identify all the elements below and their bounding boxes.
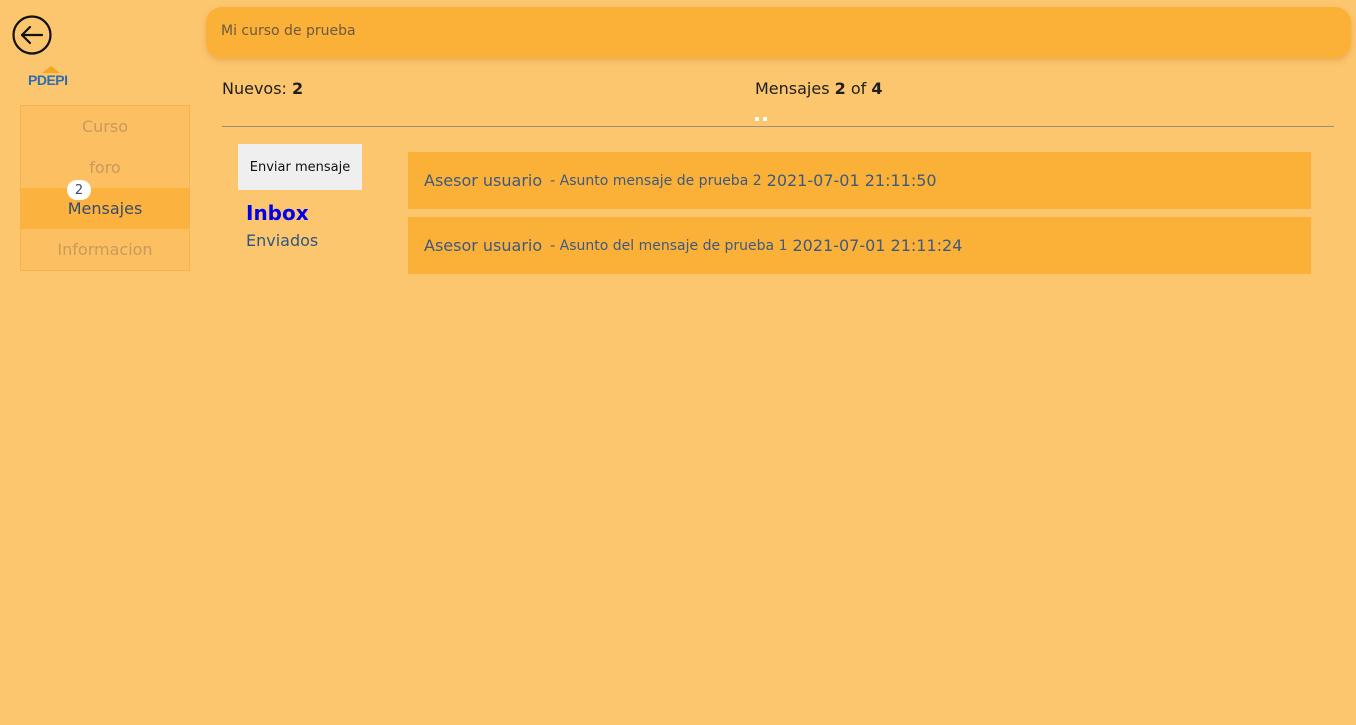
messages-label: Mensajes bbox=[755, 79, 830, 98]
message-date: 2021-07-01 21:11:24 bbox=[792, 236, 963, 255]
messages-current: 2 bbox=[834, 79, 846, 98]
course-title: Mi curso de prueba bbox=[221, 23, 356, 39]
messages-of: of bbox=[850, 79, 867, 98]
new-messages-label: Nuevos: bbox=[222, 79, 287, 98]
messages-count-stat: Mensajes 2 of 4 bbox=[755, 79, 883, 98]
unread-count-badge: 2 bbox=[67, 180, 91, 200]
message-subject: - Asunto del mensaje de prueba 1 bbox=[550, 237, 788, 254]
new-messages-stat: Nuevos: 2 bbox=[222, 79, 303, 98]
sidebar-item-label: Informacion bbox=[57, 240, 153, 259]
messages-total: 4 bbox=[871, 79, 883, 98]
arrow-left-icon bbox=[12, 15, 52, 55]
logo-text: PDEPI bbox=[28, 72, 68, 88]
message-sender: Asesor usuario bbox=[424, 171, 543, 190]
course-header-bar: Mi curso de prueba bbox=[206, 7, 1351, 58]
back-button[interactable] bbox=[12, 15, 52, 55]
sidebar-item-mensajes[interactable]: Mensajes bbox=[21, 188, 189, 229]
sidebar-item-informacion[interactable]: Informacion bbox=[21, 229, 189, 270]
sidebar-item-label: foro bbox=[89, 158, 121, 177]
resize-handle-icon bbox=[755, 117, 769, 121]
sidebar-menu: Curso foro Mensajes Informacion bbox=[20, 105, 190, 271]
send-message-button[interactable]: Enviar mensaje bbox=[238, 144, 362, 190]
message-subject: - Asunto mensaje de prueba 2 bbox=[550, 172, 762, 189]
folder-sent-link[interactable]: Enviados bbox=[246, 231, 318, 250]
folder-inbox-link[interactable]: Inbox bbox=[246, 201, 309, 225]
message-row[interactable]: Asesor usuario - Asunto mensaje de prueb… bbox=[408, 152, 1311, 209]
message-sender: Asesor usuario bbox=[424, 236, 543, 255]
sidebar-item-label: Curso bbox=[81, 117, 128, 136]
sidebar-item-label: Mensajes bbox=[67, 199, 143, 218]
sidebar-item-foro[interactable]: foro bbox=[21, 147, 189, 188]
logo: PDEPI bbox=[28, 66, 88, 94]
new-messages-count: 2 bbox=[292, 79, 304, 98]
message-date: 2021-07-01 21:11:50 bbox=[766, 171, 937, 190]
sidebar-item-curso[interactable]: Curso bbox=[21, 106, 189, 147]
message-row[interactable]: Asesor usuario - Asunto del mensaje de p… bbox=[408, 217, 1311, 274]
section-divider bbox=[222, 126, 1334, 127]
